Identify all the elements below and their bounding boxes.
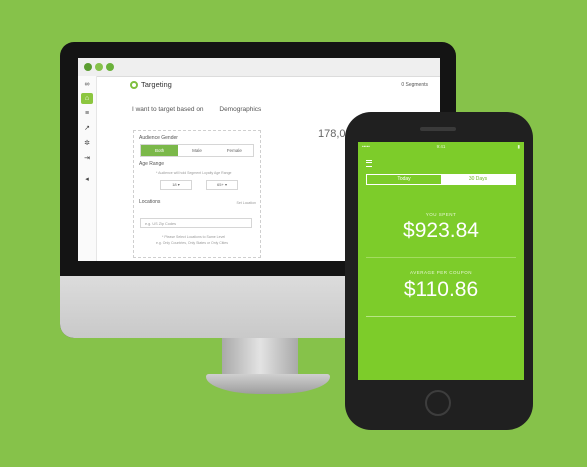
logout-icon[interactable]: ⇥: [81, 153, 93, 164]
gender-label: Audience Gender: [139, 135, 178, 141]
gender-selector: Both Male Female: [140, 144, 254, 157]
period-tabs: Today 30 Days: [366, 174, 516, 185]
targeting-icon: [130, 81, 138, 89]
window-zoom-dot[interactable]: [106, 63, 114, 71]
gender-option-female[interactable]: Female: [216, 145, 253, 156]
imac-stand-neck: [222, 338, 298, 376]
window-titlebar: [78, 58, 440, 77]
scene: ∞ ⌂ ≡ ↗ ✲ ⇥ ◂ Targeting 0 Segments I wan…: [0, 0, 587, 467]
tab-today[interactable]: Today: [367, 175, 441, 184]
location-input[interactable]: e.g. US Zip Codes: [140, 218, 252, 228]
logo-icon: ∞: [84, 81, 90, 88]
window-close-dot[interactable]: [84, 63, 92, 71]
average-label: AVERAGE PER COUPON: [410, 270, 472, 275]
location-hint-1: * Please Select Locations to Same Level: [162, 235, 226, 239]
phone-home-button[interactable]: [425, 390, 451, 416]
target-row: I want to target based on Demographics: [132, 106, 261, 113]
status-time: 9:41: [436, 144, 446, 149]
menu-icon[interactable]: [366, 160, 372, 167]
set-location-link[interactable]: Set Location: [237, 201, 256, 205]
gender-option-male[interactable]: Male: [178, 145, 215, 156]
average-value: $110.86: [403, 278, 479, 301]
phone-speaker: [420, 127, 456, 131]
gear-icon[interactable]: ✲: [81, 138, 93, 149]
window-minimize-dot[interactable]: [95, 63, 103, 71]
target-prompt: I want to target based on: [132, 106, 204, 113]
segments-link[interactable]: 0 Segments: [401, 82, 428, 88]
sidebar: ∞ ⌂ ≡ ↗ ✲ ⇥ ◂: [78, 76, 97, 261]
age-hint: * Audience will hold Segment Loyalty Age…: [156, 171, 232, 175]
home-icon[interactable]: ⌂: [81, 93, 93, 104]
spent-value: $923.84: [403, 219, 479, 242]
bottom-divider: [366, 316, 516, 317]
spent-label: YOU SPENT: [425, 212, 457, 217]
target-dropdown[interactable]: Demographics: [219, 106, 261, 113]
phone-screen: ••••• 9:41 ▮ Today 30 Days YOU SPENT $92…: [358, 142, 524, 380]
list-icon[interactable]: ≡: [81, 108, 93, 119]
stat-divider: [366, 257, 516, 258]
battery-icon: ▮: [517, 144, 520, 149]
chart-icon[interactable]: ↗: [81, 123, 93, 134]
sound-icon[interactable]: ◂: [81, 174, 93, 185]
age-max-select[interactable]: 65+ ▾: [206, 180, 238, 190]
location-hint-2: e.g. Only Countries, Only States or Only…: [156, 241, 228, 245]
targeting-form: Audience Gender Both Male Female Age Ran…: [133, 130, 261, 258]
locations-label: Locations: [139, 199, 161, 205]
page-title: Targeting: [141, 80, 172, 89]
age-label: Age Range: [139, 161, 165, 167]
status-bar: ••••• 9:41 ▮: [358, 142, 524, 151]
gender-option-both[interactable]: Both: [141, 145, 179, 156]
age-min-select[interactable]: 18 ▾: [160, 180, 192, 190]
imac-stand-foot: [206, 374, 330, 394]
tab-30-days[interactable]: 30 Days: [441, 175, 515, 184]
